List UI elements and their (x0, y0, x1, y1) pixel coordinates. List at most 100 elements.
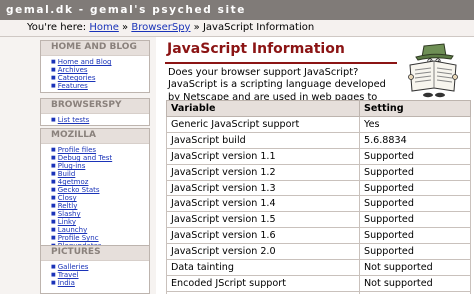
spy-reading-newspaper-icon (408, 43, 458, 98)
sidebar-item: ■ Plug-ins (51, 162, 149, 170)
sidebar-link[interactable]: Archives (58, 66, 88, 74)
sidebar-item: ■ Closy (51, 194, 149, 202)
sidebar-item: ■ Home and Blog (51, 58, 149, 66)
sidebar-link[interactable]: 4getmoz (58, 178, 89, 186)
table-row: Data tainting Not supported (166, 259, 471, 276)
site-title: gemal.dk - gemal's psyched site (6, 4, 246, 16)
sidebar-item: ■ Debug and Test (51, 154, 149, 162)
setting-cell: 5.6.8834 (359, 131, 471, 149)
table-header-row: Variable Setting (166, 100, 471, 117)
bullet-icon: ■ (51, 147, 56, 153)
sidebar-link[interactable]: List tests (58, 116, 90, 124)
bullet-icon: ■ (51, 83, 56, 89)
sidebar-link[interactable]: Gecko Stats (58, 186, 100, 194)
sidebar-item: ■ Profile Sync (51, 234, 149, 242)
sidebar-heading: PICTURES (41, 246, 149, 261)
sidebar-item: ■ Slashy (51, 210, 149, 218)
sidebar-link[interactable]: Debug and Test (58, 154, 112, 162)
bullet-icon: ■ (51, 195, 56, 201)
bullet-icon: ■ (51, 155, 56, 161)
sidebar-heading: MOZILLA (41, 129, 149, 144)
sidebar-link[interactable]: Profile files (58, 146, 96, 154)
breadcrumb-browserspy-link[interactable]: BrowserSpy (131, 22, 190, 33)
sidebar-item: ■ Features (51, 82, 149, 90)
setting-cell: Supported (359, 163, 471, 181)
breadcrumb-separator: » (193, 22, 200, 33)
javascript-info-table: Variable Setting Generic JavaScript supp… (166, 100, 471, 294)
variable-cell: JavaScript version 1.2 (166, 163, 360, 181)
table-row: JavaScript version 2.0 Supported (166, 243, 471, 261)
sidebar-heading: BROWSERSPY (41, 99, 149, 114)
variable-cell: JavaScript version 2.0 (166, 243, 360, 261)
sidebar-link[interactable]: India (58, 279, 75, 287)
variable-cell: Encoded JScript support (166, 274, 360, 292)
sidebar-box-pictures: PICTURES ■ Galleries ■ Travel ■ India (40, 245, 150, 294)
setting-cell: Supported (359, 195, 471, 213)
bullet-icon: ■ (51, 117, 56, 123)
breadcrumb-prefix: You're here: (27, 22, 87, 33)
sidebar-box-home-blog: HOME AND BLOG ■ Home and Blog ■ Archives ■ Ca… (40, 40, 150, 93)
bullet-icon: ■ (51, 211, 56, 217)
sidebar-item: ■ List tests (51, 116, 149, 124)
sidebar-link[interactable]: Home and Blog (58, 58, 112, 66)
sidebar-list: ■ Profile files ■ Debug and Test ■ Plug-ins ■ B… (41, 144, 149, 252)
bullet-icon: ■ (51, 179, 56, 185)
table-row: JavaScript build 5.6.8834 (166, 131, 471, 149)
table-row: JavaScript version 1.1 Supported (166, 147, 471, 165)
sidebar-item: ■ Galleries (51, 263, 149, 271)
sidebar-link[interactable]: Build (58, 170, 76, 178)
sidebar: HOME AND BLOG ■ Home and Blog ■ Archives ■ Ca… (0, 37, 156, 294)
variable-cell: JavaScript version 1.5 (166, 211, 360, 229)
sidebar-item: ■ Gecko Stats (51, 186, 149, 194)
bullet-icon: ■ (51, 227, 56, 233)
sidebar-link[interactable]: Closy (58, 194, 77, 202)
sidebar-link[interactable]: Features (58, 82, 88, 90)
variable-cell: JavaScript version 1.6 (166, 227, 360, 245)
bullet-icon: ■ (51, 59, 56, 65)
sidebar-link[interactable]: Linky (58, 218, 76, 226)
sidebar-list: ■ List tests (41, 114, 149, 125)
setting-cell: Supported (359, 243, 471, 261)
sidebar-link[interactable]: Plug-ins (58, 162, 86, 170)
sidebar-link[interactable]: Categories (58, 74, 96, 82)
table-row: JavaScript version 1.5 Supported (166, 211, 471, 229)
table-row: JavaScript version 1.2 Supported (166, 163, 471, 181)
bullet-icon: ■ (51, 171, 56, 177)
setting-cell: Yes (359, 116, 471, 133)
setting-cell: Supported (359, 227, 471, 245)
sidebar-item: ■ Launchy (51, 226, 149, 234)
bullet-icon: ■ (51, 280, 56, 286)
bullet-icon: ■ (51, 219, 56, 225)
bullet-icon: ■ (51, 187, 56, 193)
sidebar-link[interactable]: Launchy (58, 226, 88, 234)
column-header-variable: Variable (166, 100, 360, 117)
sidebar-link[interactable]: Reltly (58, 202, 78, 210)
sidebar-heading: HOME AND BLOG (41, 41, 149, 56)
variable-cell: JavaScript version 1.1 (166, 147, 360, 165)
setting-cell: Not supported (359, 274, 471, 292)
column-header-setting: Setting (359, 100, 471, 117)
bullet-icon: ■ (51, 75, 56, 81)
sidebar-item: ■ Categories (51, 74, 149, 82)
variable-cell: JavaScript version 1.3 (166, 179, 360, 197)
variable-cell: Generic JavaScript support (166, 116, 360, 133)
title-divider (165, 62, 397, 64)
sidebar-list: ■ Galleries ■ Travel ■ India (41, 261, 149, 289)
main-content: JavaScript Information Does your browser… (156, 37, 474, 294)
bullet-icon: ■ (51, 163, 56, 169)
sidebar-link[interactable]: Travel (58, 271, 79, 279)
table-row: JavaScript version 1.6 Supported (166, 227, 471, 245)
sidebar-list: ■ Home and Blog ■ Archives ■ Categories ■ Featu… (41, 56, 149, 92)
sidebar-link[interactable]: Profile Sync (58, 234, 99, 242)
bullet-icon: ■ (51, 272, 56, 278)
breadcrumb-separator: » (122, 22, 129, 33)
breadcrumb-home-link[interactable]: Home (89, 22, 119, 33)
table-row: Generic JavaScript support Yes (166, 116, 471, 133)
sidebar-link[interactable]: Slashy (58, 210, 81, 218)
table-body: Generic JavaScript support Yes JavaScript … (166, 116, 471, 294)
page-title: JavaScript Information (167, 41, 345, 57)
sidebar-link[interactable]: Galleries (58, 263, 89, 271)
breadcrumb: You're here: Home » BrowserSpy » JavaScr… (0, 20, 474, 37)
table-row: JavaScript version 1.4 Supported (166, 195, 471, 213)
site-header: gemal.dk - gemal's psyched site (0, 0, 474, 20)
